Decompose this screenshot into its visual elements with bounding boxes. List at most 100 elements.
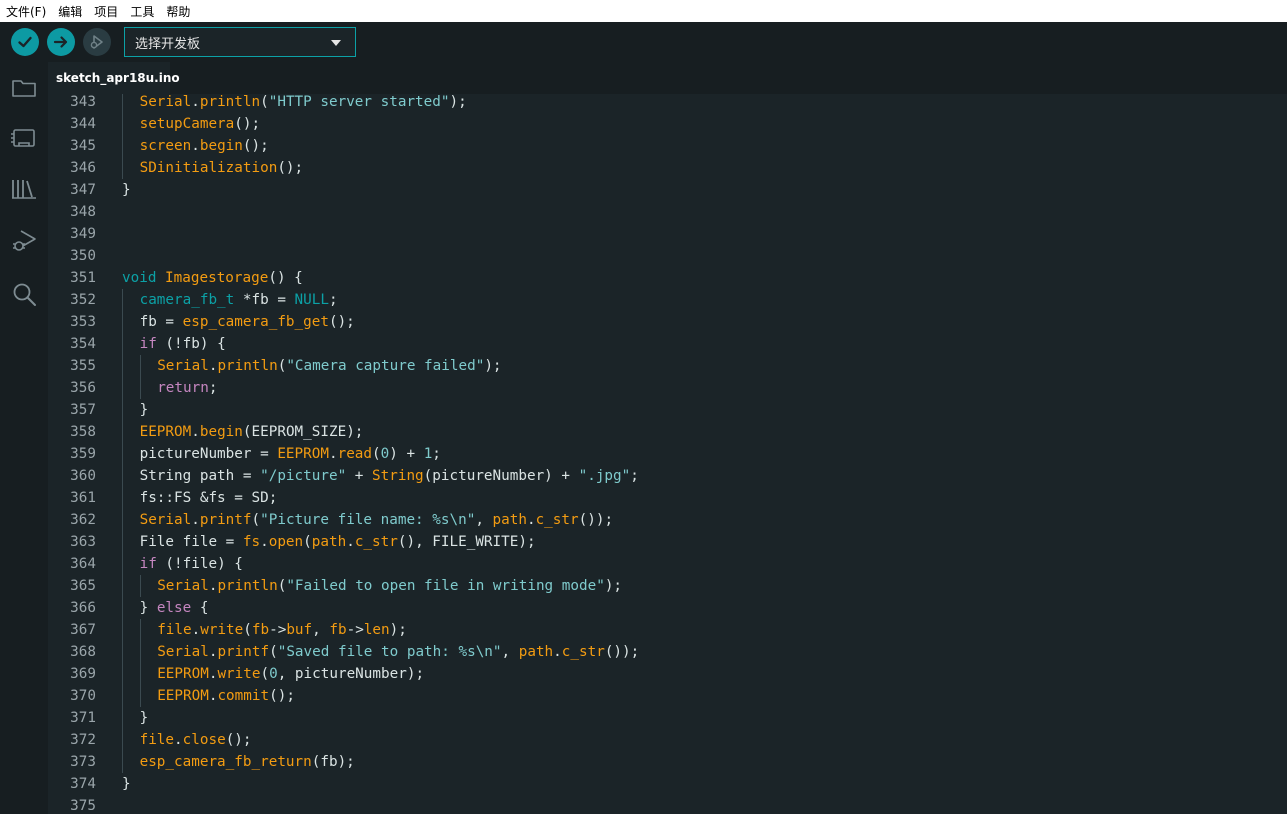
code-line[interactable]: 346 SDinitialization(); <box>48 157 1287 179</box>
sketchbook-folder-icon[interactable] <box>10 74 38 102</box>
code-line[interactable]: 374} <box>48 773 1287 795</box>
code-line[interactable]: 363 File file = fs.open(path.c_str(), FIL… <box>48 531 1287 553</box>
code-token: } <box>139 402 149 418</box>
code-line[interactable]: 361 fs::FS &fs = SD; <box>48 487 1287 509</box>
code-token: NULL <box>294 292 329 308</box>
debug-panel-icon[interactable] <box>10 227 38 255</box>
code-line[interactable]: 367 file.write(fb->buf, fb->len); <box>48 619 1287 641</box>
code-editor[interactable]: 343 Serial.println("HTTP server started")… <box>48 94 1287 814</box>
code-line[interactable]: 364 if (!file) { <box>48 553 1287 575</box>
code-token: file <box>139 732 175 748</box>
indent-guide <box>122 333 123 355</box>
code-line[interactable]: 345 screen.begin(); <box>48 135 1287 157</box>
debug-button[interactable] <box>83 28 111 56</box>
board-selector-label: 选择开发板 <box>135 36 201 52</box>
code-line[interactable]: 375 <box>48 795 1287 814</box>
line-number: 354 <box>70 336 96 352</box>
indent-guide <box>139 377 141 399</box>
line-number: 345 <box>70 138 96 154</box>
code-token: println <box>217 578 278 594</box>
code-token: "Failed to open file in writing mode" <box>286 578 605 594</box>
menu-edit[interactable]: 编辑 <box>58 3 82 20</box>
code-line[interactable]: 350 <box>48 245 1287 267</box>
indent-guide <box>122 729 123 751</box>
menu-help[interactable]: 帮助 <box>166 3 190 20</box>
code-line[interactable]: 371} <box>48 707 1287 729</box>
code-line[interactable]: 351 void Imagestorage() { <box>48 267 1287 289</box>
code-line[interactable]: 369 EEPROM.write(0, pictureNumber); <box>48 663 1287 685</box>
code-line[interactable]: 362 Serial.printf("Picture file name: %s\… <box>48 509 1287 531</box>
code-token: "Saved file to path: %s\n" <box>277 644 502 660</box>
code-line[interactable]: 349 <box>48 223 1287 245</box>
upload-button[interactable] <box>47 28 75 56</box>
menu-sketch[interactable]: 项目 <box>94 3 118 20</box>
code-line[interactable]: 355 Serial.println("Camera capture failed… <box>48 355 1287 377</box>
indent-guide <box>122 113 123 135</box>
library-manager-icon[interactable] <box>10 175 38 203</box>
code-line[interactable]: 352 camera_fb_t *fb = NULL; <box>48 289 1287 311</box>
code-line[interactable]: 357} <box>48 399 1287 421</box>
line-number: 346 <box>70 160 96 176</box>
line-number: 371 <box>70 710 96 726</box>
code-token: (); <box>269 688 295 704</box>
code-token: -> <box>346 622 364 638</box>
code-line[interactable]: 347} <box>48 179 1287 201</box>
line-number: 375 <box>70 798 96 814</box>
code-line[interactable]: 373 esp_camera_fb_return(fb); <box>48 751 1287 773</box>
code-line[interactable]: 366} else { <box>48 597 1287 619</box>
code-line[interactable]: 370 EEPROM.commit(); <box>48 685 1287 707</box>
code-line[interactable]: 353 fb = esp_camera_fb_get(); <box>48 311 1287 333</box>
code-token: . <box>553 644 562 660</box>
code-line[interactable]: 354 if (!fb) { <box>48 333 1287 355</box>
code-token: ; <box>630 468 639 484</box>
line-number: 347 <box>70 182 96 198</box>
code-token: String <box>372 468 424 484</box>
code-line[interactable]: 344 setupCamera(); <box>48 113 1287 135</box>
line-number: 359 <box>70 446 96 462</box>
code-token: c_str <box>561 644 605 660</box>
code-token: "/picture" <box>260 468 347 484</box>
code-text: fs::FS &fs = SD; <box>140 490 278 506</box>
line-number: 353 <box>70 314 96 330</box>
boards-manager-icon[interactable] <box>10 124 38 152</box>
code-token: ( <box>260 94 269 110</box>
line-number: 343 <box>70 94 96 110</box>
code-line[interactable]: 359 pictureNumber = EEPROM.read(0) + 1; <box>48 443 1287 465</box>
code-text: camera_fb_t *fb = NULL; <box>140 292 338 308</box>
tab-sketch[interactable]: sketch_apr18u.ino <box>48 62 180 94</box>
code-token: println <box>199 94 261 110</box>
line-number: 361 <box>70 490 96 506</box>
check-icon <box>18 36 32 48</box>
indent-guide <box>139 641 141 663</box>
code-line[interactable]: 368 Serial. printf("Saved file to path: %s… <box>48 641 1287 663</box>
code-token: ()); <box>604 644 640 660</box>
menu-tools[interactable]: 工具 <box>130 3 154 20</box>
code-text: file.write(fb->buf, fb->len); <box>157 622 407 638</box>
code-token: (fb); <box>311 754 355 770</box>
code-line[interactable]: 348 <box>48 201 1287 223</box>
code-token: ( <box>260 666 270 682</box>
code-line[interactable]: 343 Serial.println("HTTP server started")… <box>48 94 1287 113</box>
code-line[interactable]: 356 return; <box>48 377 1287 399</box>
verify-button[interactable] <box>11 28 39 56</box>
code-line[interactable]: 358 EEPROM.begin(EEPROM_SIZE); <box>48 421 1287 443</box>
code-token: ( <box>243 622 252 638</box>
code-text: pictureNumber = EEPROM.read(0) + 1; <box>140 446 441 462</box>
code-line[interactable]: 360 String path = "/picture" + String(pic… <box>48 465 1287 487</box>
board-selector[interactable]: 选择开发板 <box>124 27 356 57</box>
line-number: 364 <box>70 556 96 572</box>
code-text: EEPROM.commit(); <box>157 688 295 704</box>
line-number: 348 <box>70 204 96 220</box>
search-icon[interactable] <box>10 280 38 308</box>
menu-file[interactable]: 文件(F) <box>6 3 46 20</box>
code-token: } <box>122 776 131 792</box>
code-token: ".jpg" <box>578 468 631 484</box>
code-line[interactable]: 372 file.close(); <box>48 729 1287 751</box>
code-token: printf <box>217 644 270 660</box>
code-token: 1 <box>423 446 433 462</box>
indent-guide <box>139 685 141 707</box>
code-token: path <box>492 512 527 528</box>
code-token: (!fb) { <box>156 336 226 352</box>
code-line[interactable]: 365 Serial.println("Failed to open file i… <box>48 575 1287 597</box>
code-token: -> <box>269 622 287 638</box>
